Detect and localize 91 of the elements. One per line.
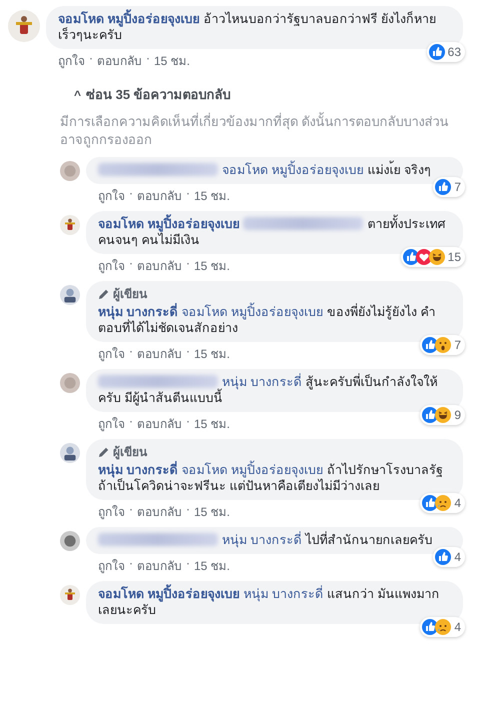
author-label: ผู้เขียน — [113, 286, 147, 302]
reaction-count: 4 — [454, 495, 461, 511]
separator-dot: · — [129, 414, 133, 430]
timestamp[interactable]: 15 ชม. — [194, 186, 230, 205]
pencil-icon — [98, 446, 110, 458]
hide-replies-link[interactable]: ^ ซ่อน 35 ข้อความตอบกลับ — [74, 84, 463, 105]
pencil-icon — [98, 288, 110, 300]
avatar[interactable] — [8, 10, 40, 42]
reply-link[interactable]: ตอบกลับ — [137, 502, 182, 521]
timestamp[interactable]: 15 ชม. — [194, 556, 230, 575]
reply-link[interactable]: ตอบกลับ — [137, 556, 182, 575]
separator-dot: · — [129, 256, 133, 272]
like-link[interactable]: ถูกใจ — [98, 414, 125, 433]
reaction-summary[interactable]: 4 — [420, 617, 465, 637]
wow-reaction-icon — [435, 337, 452, 353]
avatar[interactable] — [60, 285, 80, 305]
reply-link[interactable]: ตอบกลับ — [137, 414, 182, 433]
comment-text: หนุ่ม บางกระดี่ จอมโหด หมูปิ้งอร่อยจุงเบย ของพี่ยังไม่รู้ยังไง คำตอบที่ได้ไม่ชัดเจนสักอย่าง — [98, 304, 451, 336]
reaction-summary[interactable]: 9 — [420, 405, 465, 425]
avatar[interactable] — [60, 215, 80, 235]
separator-dot: · — [186, 556, 190, 572]
comment-text: หนุ่ม บางกระดี่ ไปที่สำนักนายกเลยครับ — [98, 532, 451, 548]
like-link[interactable]: ถูกใจ — [98, 186, 125, 205]
reaction-summary[interactable]: 4 — [420, 493, 465, 513]
love-reaction-icon — [416, 249, 432, 265]
reaction-count: 4 — [454, 619, 461, 635]
mention-link[interactable]: จอมโหด หมูปิ้งอร่อยจุงเบย — [181, 463, 323, 477]
sad-reaction-icon — [435, 619, 452, 635]
reaction-count: 7 — [454, 337, 461, 353]
like-link[interactable]: ถูกใจ — [98, 502, 125, 521]
mention-link[interactable]: หนุ่ม บางกระดี่ — [222, 375, 302, 389]
timestamp[interactable]: 15 ชม. — [194, 502, 230, 521]
comment-text: จอมโหด หมูปิ้งอร่อยจุงเบย หนุ่ม บางกระดี่ แสนกว่า มันแพงมากเลยนะครับ — [98, 586, 451, 618]
reply-link[interactable]: ตอบกลับ — [137, 344, 182, 363]
separator-dot: · — [186, 414, 190, 430]
avatar[interactable] — [60, 585, 80, 605]
separator-dot: · — [146, 51, 150, 67]
timestamp[interactable]: 15 ชม. — [194, 414, 230, 433]
mention-link[interactable]: จอมโหด หมูปิ้งอร่อยจุงเบย — [181, 305, 323, 319]
reaction-count: 15 — [448, 249, 461, 265]
caret-icon: ^ — [74, 88, 82, 102]
mention-link[interactable]: จอมโหด หมูปิ้งอร่อยจุงเบย — [222, 163, 364, 177]
reaction-count: 4 — [454, 549, 461, 565]
timestamp[interactable]: 15 ชม. — [194, 256, 230, 275]
comment-text: หนุ่ม บางกระดี่ จอมโหด หมูปิ้งอร่อยจุงเบย ถ้าไปรักษาโรงบาลรัฐถ้าเป็นโควิดน่าจะฟรีนะ แต่ปันหาคือเตียงไม่มีว่างเลย — [98, 462, 451, 494]
comment-author[interactable]: หนุ่ม บางกระดี่ — [98, 463, 178, 477]
reaction-summary[interactable]: 7 — [433, 177, 465, 197]
like-link[interactable]: ถูกใจ — [98, 256, 125, 275]
timestamp[interactable]: 15 ชม. — [154, 51, 190, 70]
comment-text: จอมโหด หมูปิ้งอร่อยจุงเบย แม่งเ้ย จริงๆ — [98, 162, 451, 178]
reaction-count: 63 — [448, 44, 461, 60]
like-reaction-icon — [428, 44, 445, 60]
separator-dot: · — [186, 256, 190, 272]
reaction-summary[interactable]: 15 — [400, 247, 465, 267]
like-link[interactable]: ถูกใจ — [98, 556, 125, 575]
separator-dot: · — [129, 502, 133, 518]
separator-dot: · — [186, 502, 190, 518]
like-link[interactable]: ถูกใจ — [58, 51, 85, 70]
separator-dot: · — [186, 186, 190, 202]
sad-reaction-icon — [435, 495, 452, 511]
avatar[interactable] — [60, 443, 80, 463]
reaction-count: 9 — [454, 407, 461, 423]
separator-dot: · — [129, 556, 133, 572]
mention-link[interactable]: หนุ่ม บางกระดี่ — [243, 587, 323, 601]
hide-replies-label: ซ่อน 35 ข้อความตอบกลับ — [86, 86, 231, 104]
like-reaction-icon — [435, 549, 452, 565]
avatar[interactable] — [60, 531, 80, 551]
like-link[interactable]: ถูกใจ — [98, 344, 125, 363]
comment-text: จอมโหด หมูปิ้งอร่อยจุงเบย อ้าวไหนบอกว่ารัฐบาลบอกว่าฟรี ยังไงก็หายเร็วๆนะครับ — [58, 11, 451, 43]
separator-dot: · — [129, 344, 133, 360]
reply-link[interactable]: ตอบกลับ — [137, 186, 182, 205]
like-reaction-icon — [435, 179, 452, 195]
comment-author[interactable]: หนุ่ม บางกระดี่ — [98, 305, 178, 319]
reply-link[interactable]: ตอบกลับ — [137, 256, 182, 275]
haha-reaction-icon — [428, 249, 445, 265]
author-label: ผู้เขียน — [113, 444, 147, 460]
separator-dot: · — [129, 186, 133, 202]
filter-note: มีการเลือกความคิดเห็นที่เกี่ยวข้องมากที่สุด ดังนั้นการตอบกลับบางส่วนอาจถูกกรองออก — [60, 113, 450, 149]
timestamp[interactable]: 15 ชม. — [194, 344, 230, 363]
separator-dot: · — [89, 51, 93, 67]
mention-link[interactable]: หนุ่ม บางกระดี่ — [222, 533, 302, 547]
reaction-summary[interactable]: 4 — [433, 547, 465, 567]
reaction-summary[interactable]: 63 — [426, 42, 465, 62]
reaction-summary[interactable]: 7 — [420, 335, 465, 355]
comment-text: จอมโหด หมูปิ้งอร่อยจุงเบย ตายทั้งประเทศ คนจนๆ คนไม่มีเงิน — [98, 216, 451, 248]
haha-reaction-icon — [435, 407, 452, 423]
separator-dot: · — [186, 344, 190, 360]
comment-text: หนุ่ม บางกระดี่ สู้นะครับพี่เป็นกำลังใจให้ครับ มีผู้นำส้นตีนแบบนี้ — [98, 374, 438, 406]
reaction-count: 7 — [454, 179, 461, 195]
like-reaction-icon — [402, 249, 419, 265]
reply-link[interactable]: ตอบกลับ — [97, 51, 142, 70]
